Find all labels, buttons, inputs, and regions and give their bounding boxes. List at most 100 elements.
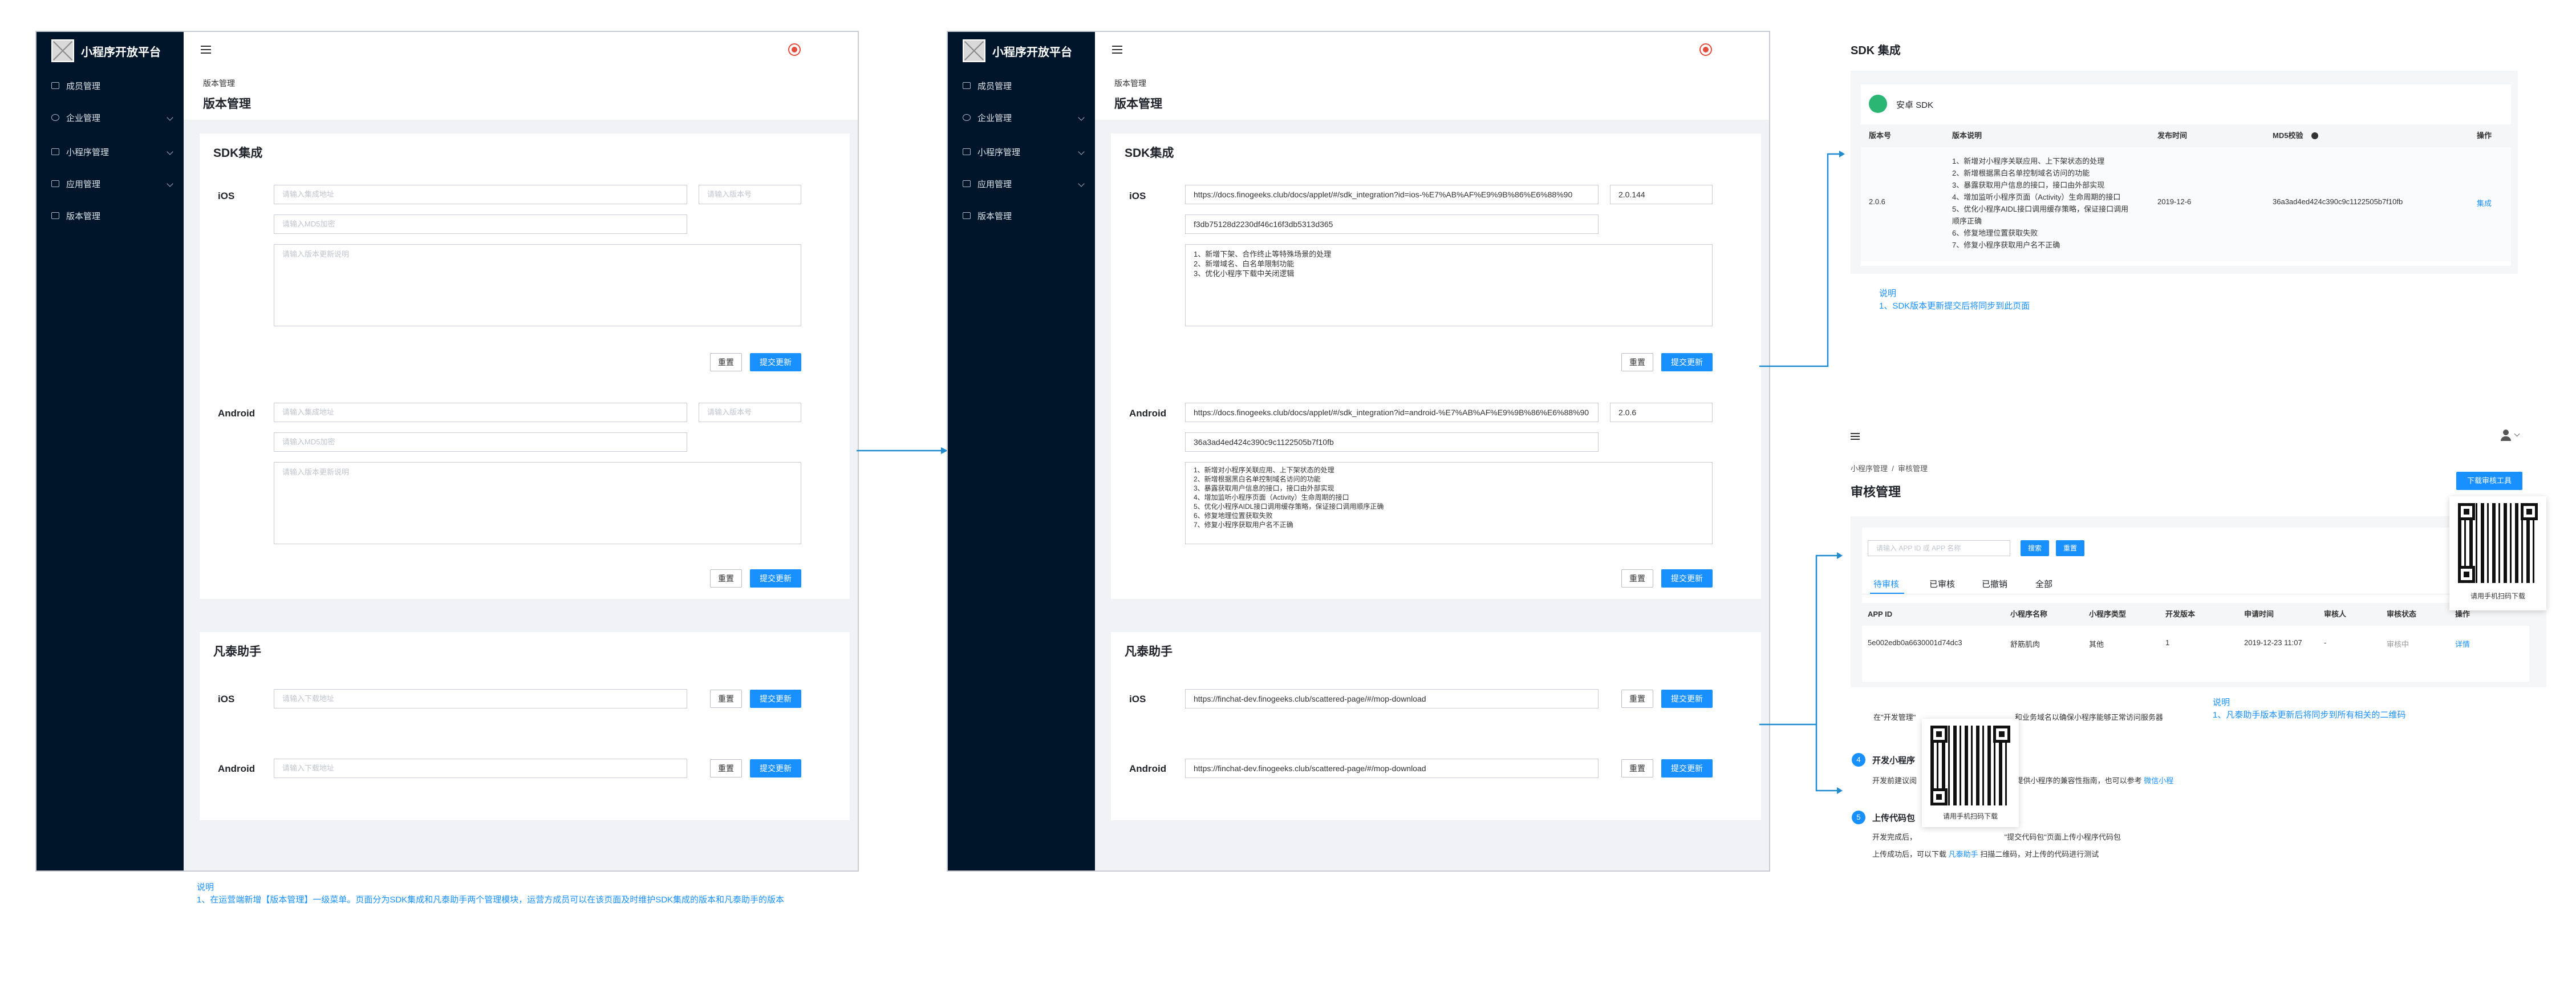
android-download-reset-button[interactable]: 重置 (1621, 759, 1653, 778)
sidebar-item-label: 应用管理 (977, 179, 1012, 189)
tab-all[interactable]: 全部 (2035, 578, 2052, 590)
sidebar-item-apps[interactable]: 应用管理 (948, 168, 1095, 200)
app-logo: 小程序开放平台 (36, 32, 184, 70)
step-5-text: 开发完成后， "提交代码包"页面上传小程序代码包 (1872, 831, 2121, 842)
chevron-down-icon (1078, 180, 1085, 187)
row-desc: 1、新增对小程序关联应用、上下架状态的处理 2、新增根据黑白名单控制域名访问的功… (1952, 155, 2128, 251)
android-desc-textarea[interactable]: 请输入版本更新说明 (274, 462, 801, 544)
sidebar-item-versions[interactable]: 版本管理 (36, 200, 184, 232)
android-submit-button[interactable]: 提交更新 (1661, 569, 1713, 588)
ios-version-input[interactable]: 请输入版本号 (699, 185, 801, 204)
ios-download-input[interactable]: 请输入下载地址 (274, 689, 687, 708)
note-text: 1、SDK版本更新提交后将同步到此页面 (1879, 301, 2030, 311)
logo-image-icon (963, 39, 985, 62)
step-5-text-2: 上传成功后，可以下载 凡泰助手 扫描二维码，对上传的代码进行测试 (1872, 848, 2099, 859)
integrate-link[interactable]: 集成 (2477, 197, 2492, 208)
sidebar-item-members[interactable]: 成员管理 (948, 70, 1095, 102)
breadcrumb: 版本管理 (1114, 79, 1146, 88)
user-avatar-icon[interactable] (2501, 430, 2511, 441)
table-row: 5e002edb0a6630001d74dc3 舒筋肌肉 其他 1 2019-1… (1862, 626, 2529, 659)
search-button[interactable]: 搜索 (2021, 540, 2049, 556)
sidebar-item-enterprise[interactable]: 企业管理 (948, 102, 1095, 133)
android-download-input[interactable]: 请输入下载地址 (274, 759, 687, 778)
sidebar-item-miniprogram[interactable]: 小程序管理 (36, 136, 184, 168)
ios-url-input[interactable]: 请输入集成地址 (274, 185, 687, 204)
cell-appid: 5e002edb0a6630001d74dc3 (1868, 638, 1962, 647)
ios-download-submit-button[interactable]: 提交更新 (1661, 690, 1713, 708)
android-download-reset-button[interactable]: 重置 (710, 759, 742, 778)
col-name: 小程序名称 (2010, 610, 2048, 618)
android-md5-input[interactable]: 请输入MD5加密 (274, 432, 687, 452)
sidebar-item-label: 小程序管理 (66, 147, 109, 157)
sidebar-item-miniprogram[interactable]: 小程序管理 (948, 136, 1095, 168)
ios-url-input[interactable]: https://docs.finogeeks.club/docs/applet/… (1185, 185, 1599, 204)
avatar[interactable] (1699, 43, 1712, 56)
android-download-submit-button[interactable]: 提交更新 (1661, 759, 1713, 778)
app-window-filled: 小程序开放平台 成员管理 企业管理 小程序管理 应用管理 版本管理 版本管理 版… (947, 31, 1770, 872)
ios-download-reset-button[interactable]: 重置 (1621, 690, 1653, 708)
sidebar-item-members[interactable]: 成员管理 (36, 70, 184, 102)
qr-caption: 请用手机扫码下载 (2470, 592, 2525, 600)
col-action: 操作 (2477, 131, 2492, 140)
ios-submit-button[interactable]: 提交更新 (750, 353, 801, 371)
ios-md5-input[interactable]: 请输入MD5加密 (274, 214, 687, 234)
android-desc-textarea[interactable]: 1、新增对小程序关联应用、上下架状态的处理 2、新增根据黑白名单控制域名访问的功… (1185, 462, 1713, 544)
ios-submit-button[interactable]: 提交更新 (1661, 353, 1713, 371)
step-4-title: 开发小程序 (1872, 756, 1916, 766)
android-url-input[interactable]: 请输入集成地址 (274, 403, 687, 422)
guide-text: 和业务域名以确保小程序能够正常访问服务器 (2014, 713, 2163, 722)
guide-text: 提供小程序的兼容性指南，也可以参考 (2015, 776, 2142, 785)
android-submit-button[interactable]: 提交更新 (750, 569, 801, 588)
guide-text: 扫描二维码，对上传的代码进行测试 (1980, 850, 2099, 859)
note-1-title: 说明 (197, 882, 214, 892)
wechat-guide-link[interactable]: 微信小程 (2144, 776, 2173, 785)
android-reset-button[interactable]: 重置 (1621, 569, 1653, 588)
ios-download-input[interactable]: https://finchat-dev.finogeeks.club/scatt… (1185, 689, 1599, 708)
ios-label: iOS (1129, 191, 1146, 201)
detail-link[interactable]: 详情 (2455, 638, 2470, 649)
audit-table-header: APP ID 小程序名称 小程序类型 开发版本 申请时间 审核人 审核状态 操作 (1862, 603, 2529, 626)
android-download-submit-button[interactable]: 提交更新 (750, 759, 801, 778)
tab-pending[interactable]: 待审核 (1873, 578, 1899, 590)
sdk-panel-card: 安卓 SDK 版本号 版本说明 发布时间 MD5校验 操作 2.0.6 1、新增… (1861, 84, 2511, 266)
ios-version-input[interactable]: 2.0.144 (1610, 185, 1713, 204)
tab-approved[interactable]: 已审核 (1929, 578, 1955, 590)
android-version-input[interactable]: 请输入版本号 (699, 403, 801, 422)
guide-text: 在"开发管理" (1873, 713, 1916, 722)
desc-line: 7、修复小程序获取用户名不正确 (1194, 521, 1293, 529)
sidebar-item-versions[interactable]: 版本管理 (948, 200, 1095, 232)
ios-reset-button[interactable]: 重置 (710, 353, 742, 371)
ios-download-submit-button[interactable]: 提交更新 (750, 690, 801, 708)
desc-line: 1、新增对小程序关联应用、上下架状态的处理 (1952, 157, 2105, 165)
avatar[interactable] (788, 43, 801, 56)
android-download-input[interactable]: https://finchat-dev.finogeeks.club/scatt… (1185, 759, 1599, 778)
menu-toggle-icon[interactable] (1112, 46, 1122, 54)
sidebar-item-label: 应用管理 (66, 179, 101, 189)
sdk-panel-body: 安卓 SDK 版本号 版本说明 发布时间 MD5校验 操作 2.0.6 1、新增… (1851, 71, 2518, 274)
sidebar-item-enterprise[interactable]: 企业管理 (36, 102, 184, 133)
miniprogram-icon (51, 148, 59, 155)
flow-arrow (857, 447, 948, 454)
android-version-input[interactable]: 2.0.6 (1610, 403, 1713, 422)
tab-revoked[interactable]: 已撤销 (1982, 578, 2007, 590)
reset-button[interactable]: 重置 (2056, 540, 2084, 556)
ios-desc-textarea[interactable]: 1、新增下架、合作终止等特殊场景的处理 2、新增域名、白名单限制功能 3、优化小… (1185, 244, 1713, 326)
desc-line: 2、新增根据黑白名单控制域名访问的功能 (1952, 169, 2090, 177)
menu-toggle-icon[interactable] (201, 46, 211, 54)
android-url-input[interactable]: https://docs.finogeeks.club/docs/applet/… (1185, 403, 1599, 422)
android-reset-button[interactable]: 重置 (710, 569, 742, 588)
download-audit-tool-button[interactable]: 下载审核工具 (2456, 472, 2522, 490)
chevron-down-icon (2514, 431, 2520, 437)
ios-md5-input[interactable]: f3db75128d2230df46c16f3db5313d365 (1185, 214, 1599, 234)
search-input[interactable]: 请输入 APP ID 或 APP 名称 (1868, 540, 2010, 556)
table-row: 2.0.6 1、新增对小程序关联应用、上下架状态的处理 2、新增根据黑白名单控制… (1861, 147, 2511, 261)
sdk-tab-android[interactable]: 安卓 SDK (1896, 99, 1933, 111)
desc-line: 2、新增域名、白名单限制功能 (1194, 260, 1295, 268)
android-md5-input[interactable]: 36a3ad4ed424c390c9c1122505b7f10fb (1185, 432, 1599, 452)
ios-reset-button[interactable]: 重置 (1621, 353, 1653, 371)
ios-download-reset-button[interactable]: 重置 (710, 690, 742, 708)
ios-desc-textarea[interactable]: 请输入版本更新说明 (274, 244, 801, 326)
sidebar-item-apps[interactable]: 应用管理 (36, 168, 184, 200)
fantai-helper-link[interactable]: 凡泰助手 (1949, 850, 1978, 859)
menu-toggle-icon[interactable] (1851, 433, 1860, 440)
